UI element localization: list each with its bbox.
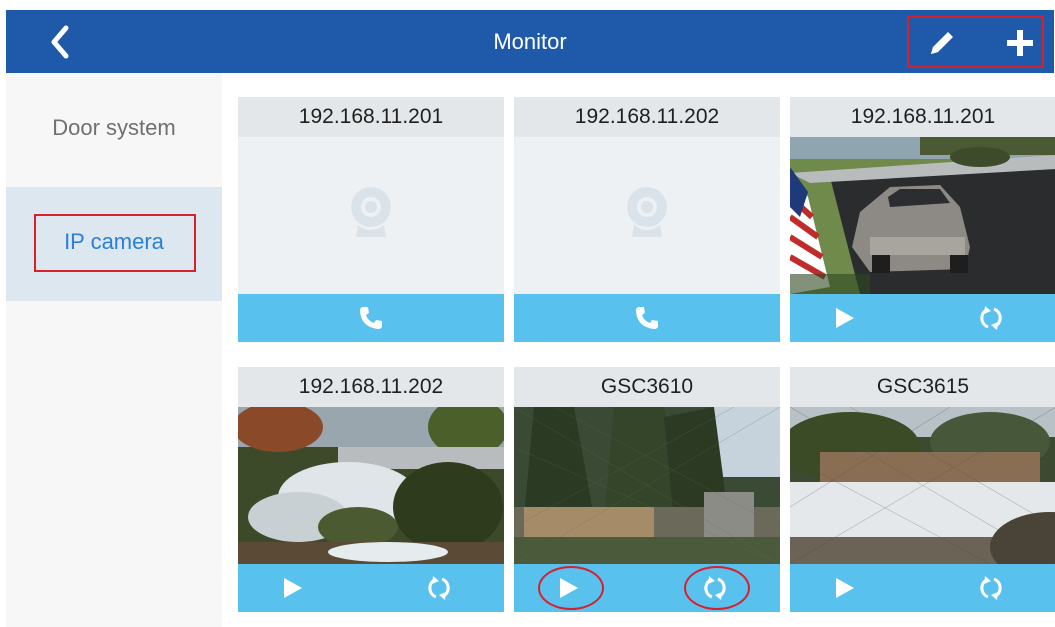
pencil-icon bbox=[931, 32, 953, 54]
camera-action-bar bbox=[790, 564, 1055, 612]
camera-title: GSC3615 bbox=[790, 367, 1055, 407]
sidebar-item-label: Door system bbox=[52, 115, 176, 140]
back-button[interactable] bbox=[42, 22, 82, 62]
refresh-icon bbox=[980, 306, 1002, 330]
camera-preview bbox=[790, 407, 1055, 564]
call-button[interactable] bbox=[612, 294, 682, 342]
phone-icon bbox=[360, 307, 382, 329]
refresh-button[interactable] bbox=[956, 294, 1026, 342]
refresh-icon bbox=[428, 576, 450, 600]
camera-title: 192.168.11.201 bbox=[790, 97, 1055, 137]
chevron-left-icon bbox=[51, 25, 69, 59]
play-icon bbox=[836, 308, 854, 328]
camera-tile[interactable]: GSC3615 bbox=[790, 367, 1055, 612]
play-button[interactable] bbox=[810, 564, 880, 612]
sidebar-item-label: IP camera bbox=[64, 229, 164, 254]
camera-snapshot bbox=[514, 407, 780, 564]
camera-title: 192.168.11.202 bbox=[514, 97, 780, 137]
camera-preview bbox=[790, 137, 1055, 294]
top-bar: Monitor bbox=[6, 10, 1054, 73]
camera-tile[interactable]: GSC3610 bbox=[514, 367, 780, 612]
camera-action-bar bbox=[790, 294, 1055, 342]
play-button[interactable] bbox=[810, 294, 880, 342]
camera-preview bbox=[238, 137, 504, 294]
edit-button[interactable] bbox=[927, 28, 957, 58]
play-button[interactable] bbox=[258, 564, 328, 612]
camera-action-bar bbox=[514, 294, 780, 342]
camera-tile[interactable]: 192.168.11.202 bbox=[238, 367, 504, 612]
camera-action-bar bbox=[238, 564, 504, 612]
header-actions-highlight bbox=[907, 16, 1044, 68]
camera-snapshot bbox=[238, 407, 504, 564]
camera-preview bbox=[238, 407, 504, 564]
webcam-icon bbox=[627, 187, 667, 237]
refresh-button[interactable] bbox=[404, 564, 474, 612]
play-icon bbox=[836, 578, 854, 598]
camera-snapshot bbox=[790, 137, 1055, 294]
call-button[interactable] bbox=[336, 294, 406, 342]
camera-tile[interactable]: 192.168.11.201 bbox=[238, 97, 504, 342]
sidebar: Door system IP camera bbox=[6, 73, 222, 627]
sidebar-item-door-system[interactable]: Door system bbox=[6, 73, 222, 187]
camera-title: GSC3610 bbox=[514, 367, 780, 407]
plus-icon bbox=[1007, 30, 1033, 56]
refresh-button[interactable] bbox=[956, 564, 1026, 612]
refresh-icon bbox=[980, 576, 1002, 600]
sidebar-item-ip-camera[interactable]: IP camera bbox=[6, 187, 222, 301]
refresh-button[interactable] bbox=[680, 564, 750, 612]
refresh-icon bbox=[704, 576, 726, 600]
monitor-screen: Monitor Door system IP camera 192.168.11… bbox=[0, 0, 1055, 627]
camera-tile[interactable]: 192.168.11.202 bbox=[514, 97, 780, 342]
camera-tile[interactable]: 192.168.11.201 bbox=[790, 97, 1055, 342]
camera-preview bbox=[514, 137, 780, 294]
camera-title: 192.168.11.202 bbox=[238, 367, 504, 407]
camera-preview bbox=[514, 407, 780, 564]
camera-action-bar bbox=[514, 564, 780, 612]
play-button[interactable] bbox=[534, 564, 604, 612]
camera-action-bar bbox=[238, 294, 504, 342]
webcam-icon bbox=[351, 187, 391, 237]
phone-icon bbox=[636, 307, 658, 329]
play-icon bbox=[284, 578, 302, 598]
play-icon bbox=[560, 578, 578, 598]
camera-snapshot bbox=[790, 407, 1055, 564]
page-title: Monitor bbox=[493, 29, 567, 54]
camera-title: 192.168.11.201 bbox=[238, 97, 504, 137]
add-camera-button[interactable] bbox=[1005, 28, 1035, 58]
